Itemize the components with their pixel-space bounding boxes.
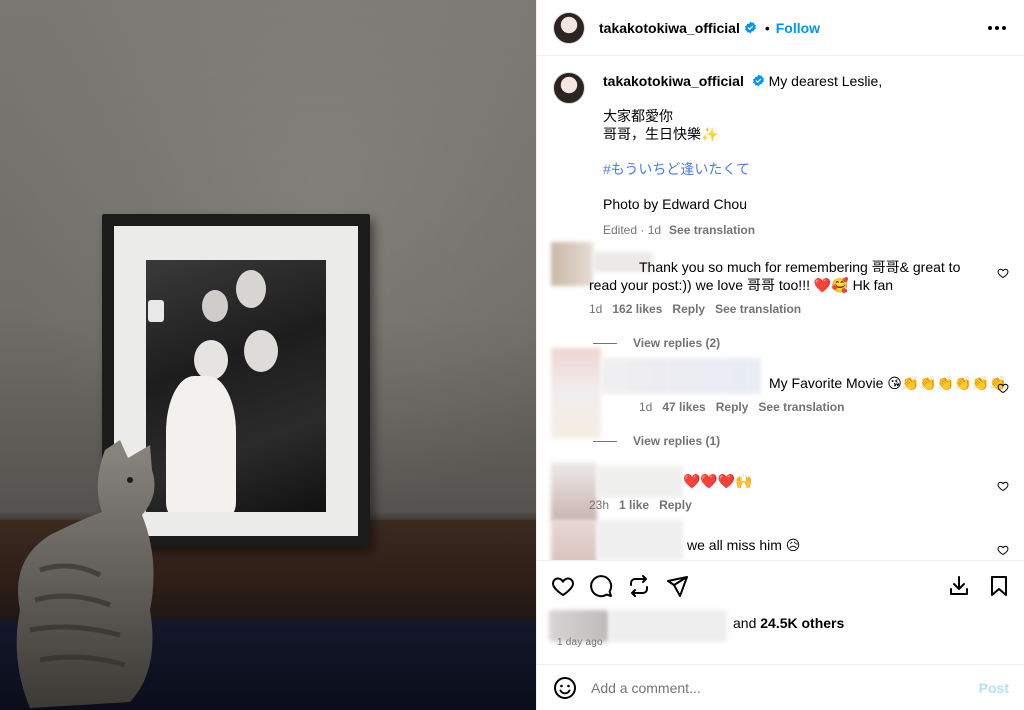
download-button[interactable]: [947, 574, 971, 598]
figure-face: [194, 340, 228, 380]
comment-like-heart-icon[interactable]: [997, 267, 1009, 279]
author-avatar[interactable]: [553, 11, 585, 44]
comment-text: My Favorite Movie 😘👏👏👏👏👏👏: [769, 375, 1007, 391]
post-comment-button[interactable]: Post: [979, 680, 1009, 696]
caption-line-3: 哥哥，生日快樂✨: [603, 126, 719, 142]
share-icon: [630, 574, 648, 597]
comment-meta: 23h 1 like Reply: [589, 498, 702, 512]
caption-line-2: 大家都愛你: [603, 108, 673, 124]
send-button[interactable]: [665, 574, 689, 598]
comment-text: ❤️❤️❤️🙌: [683, 473, 753, 489]
comment-reply[interactable]: Reply: [716, 400, 749, 414]
comment-see-translation[interactable]: See translation: [758, 400, 844, 414]
bookmark-button[interactable]: [987, 574, 1011, 598]
verified-badge-icon: [752, 74, 764, 87]
post-caption: takakotokiwa_official My dearest Leslie,…: [537, 56, 1024, 239]
instagram-post-view: takakotokiwa_official • Follow takakotok…: [0, 0, 1024, 710]
comment-text-line-2: read your post:)) we love 哥哥 too!!! ❤️🥰 …: [589, 277, 894, 293]
comment-see-translation[interactable]: See translation: [715, 302, 801, 316]
caption-credit: Photo by Edward Chou: [603, 196, 747, 212]
commenter-avatar-redacted[interactable]: [551, 348, 601, 438]
caption-hashtag[interactable]: #もういちど逢いたくて: [603, 160, 882, 178]
bookmark-icon: [991, 575, 1007, 596]
header-separator: •: [764, 19, 770, 36]
like-button[interactable]: [551, 574, 575, 598]
add-comment-input[interactable]: [591, 679, 979, 696]
comment-time: 23h: [589, 498, 610, 512]
comment-item: we all miss him 😥: [551, 520, 1011, 560]
comment-like-heart-icon[interactable]: [997, 544, 1009, 556]
comment-like-heart-icon[interactable]: [997, 382, 1009, 394]
card-prop: [148, 300, 164, 322]
post-side-panel: takakotokiwa_official • Follow takakotok…: [536, 0, 1024, 710]
author-username[interactable]: takakotokiwa_official: [599, 20, 740, 36]
caption-username[interactable]: takakotokiwa_official: [603, 73, 744, 89]
repost-button[interactable]: [627, 574, 651, 598]
caption-edited-time: Edited · 1d: [603, 223, 662, 237]
post-header: takakotokiwa_official • Follow: [537, 0, 1024, 56]
comment-likes[interactable]: 162 likes: [612, 302, 662, 316]
comment-time: 1d: [589, 302, 603, 316]
more-options-icon[interactable]: [986, 20, 1008, 36]
comment-item: My Favorite Movie 😘👏👏👏👏👏👏 1d 47 likes Repl…: [551, 348, 1011, 458]
liker-name-redacted[interactable]: [609, 610, 727, 642]
caption-see-translation[interactable]: See translation: [669, 223, 755, 237]
follow-button[interactable]: Follow: [776, 20, 820, 36]
add-comment-bar: Post: [537, 664, 1024, 710]
tabby-cat: [16, 440, 155, 708]
commenter-name-redacted: [597, 466, 683, 498]
send-icon: [667, 575, 688, 597]
comment-item: Thank you so much for remembering 哥哥& gr…: [551, 242, 1011, 352]
post-action-bar: [537, 560, 1024, 610]
action-bar-right: [947, 574, 1011, 598]
commenter-avatar-redacted[interactable]: [551, 462, 597, 522]
view-replies-link[interactable]: View replies (1): [593, 434, 720, 448]
post-time-ago[interactable]: 1 day ago: [557, 637, 603, 648]
comment-icon: [590, 574, 613, 597]
comment-reply[interactable]: Reply: [659, 498, 692, 512]
heart-icon: [552, 576, 574, 596]
white-dress: [166, 376, 236, 512]
save-icon: [950, 575, 968, 595]
figure-face: [244, 330, 278, 372]
comments-scroll-area[interactable]: takakotokiwa_official My dearest Leslie,…: [537, 56, 1024, 560]
figure-face: [236, 270, 266, 308]
comment-text-line-1: Thank you so much for remembering 哥哥& gr…: [639, 259, 961, 275]
caption-body: takakotokiwa_official My dearest Leslie,…: [603, 72, 882, 239]
commenter-avatar-redacted[interactable]: [551, 242, 593, 286]
caption-line-1: My dearest Leslie,: [768, 73, 883, 89]
commenter-avatar-redacted[interactable]: [551, 520, 597, 560]
framed-bw-photo: [146, 260, 326, 512]
comment-reply[interactable]: Reply: [672, 302, 705, 316]
comment-text: we all miss him 😥: [687, 537, 801, 553]
comment-meta: 1d 162 likes Reply See translation: [589, 302, 811, 316]
verified-badge-icon: [744, 21, 756, 34]
comment-likes[interactable]: 1 like: [619, 498, 649, 512]
commenter-name-redacted: [601, 358, 761, 394]
comment-like-heart-icon[interactable]: [997, 480, 1009, 492]
comment-time: 1d: [639, 400, 653, 414]
likes-summary: and 24.5K others: [549, 610, 1019, 642]
comment-meta: 1d 47 likes Reply See translation: [639, 400, 854, 414]
caption-meta: Edited · 1d See translation: [603, 221, 882, 239]
emoji-icon[interactable]: [553, 676, 577, 700]
comment-likes[interactable]: 47 likes: [662, 400, 705, 414]
commenter-name-redacted: [597, 520, 683, 560]
post-photo[interactable]: [0, 0, 536, 710]
likes-count[interactable]: and 24.5K others: [733, 615, 844, 631]
comment-button[interactable]: [589, 574, 613, 598]
figure-face: [202, 290, 228, 322]
caption-author-avatar[interactable]: [553, 72, 585, 104]
